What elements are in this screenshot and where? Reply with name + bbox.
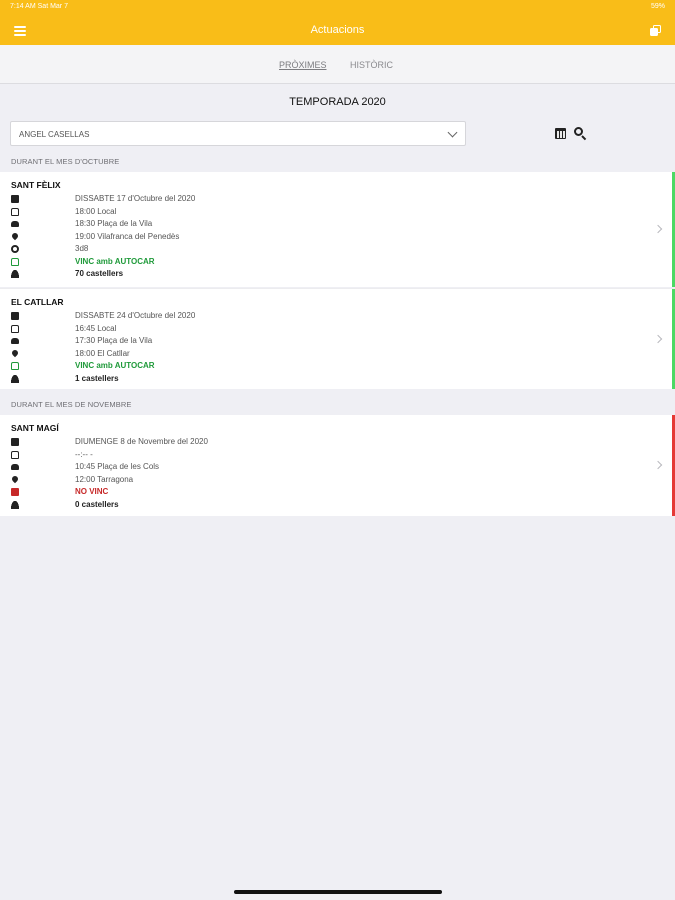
event-castellers-count: 0 castellers [75, 499, 119, 509]
page-title: Actuacions [310, 24, 365, 36]
calendar-icon [11, 312, 19, 320]
nav-bar: Actuacions [0, 14, 675, 45]
event-name: SANT FÈLIX [11, 180, 61, 190]
bus-icon [11, 207, 19, 216]
section-title-november: DURANT EL MES DE NOVEMBRE [11, 400, 132, 409]
event-bus-time: 16:45 Local [75, 323, 117, 333]
chevron-right-icon [653, 460, 663, 470]
bus-icon [11, 324, 19, 333]
event-bus-time: 18:00 Local [75, 206, 117, 216]
event-castellers-count: 1 castellers [75, 373, 119, 383]
users-icon [11, 500, 19, 509]
chevron-down-icon [447, 127, 458, 138]
suitcase-icon [11, 488, 19, 496]
person-select-value: ANGEL CASELLAS [19, 130, 90, 139]
event-bus-time: --:-- - [75, 449, 93, 459]
event-attendance: VINC amb AUTOCAR [75, 361, 155, 370]
car-icon [11, 221, 19, 227]
event-date: DISSABTE 24 d'Octubre del 2020 [75, 311, 196, 320]
person-select[interactable]: ANGEL CASELLAS [10, 121, 466, 146]
event-date: DISSABTE 17 d'Octubre del 2020 [75, 194, 196, 203]
status-time: 7:14 AM Sat Mar 7 [10, 3, 68, 10]
chevron-right-icon [653, 224, 663, 234]
car-icon [11, 338, 19, 344]
search-icon[interactable] [574, 127, 587, 141]
event-name: EL CATLLAR [11, 297, 64, 307]
event-location: 12:00 Tarragona [75, 474, 134, 484]
event-meeting-point: 10:45 Plaça de les Cols [75, 462, 160, 471]
home-indicator[interactable] [234, 890, 442, 894]
event-name: SANT MAGÍ [11, 423, 59, 433]
users-icon [11, 270, 19, 278]
tab-historic[interactable]: HISTÒRIC [350, 60, 393, 70]
event-date: DIUMENGE 8 de Novembre del 2020 [75, 437, 208, 446]
event-card-el-catllar[interactable]: EL CATLLAR DISSABTE 24 d'Octubre del 202… [0, 288, 675, 389]
season-title: TEMPORADA 2020 [289, 96, 386, 108]
bus-icon [11, 362, 19, 370]
event-castellers-count: 70 castellers [75, 269, 124, 278]
car-icon [11, 464, 19, 470]
status-bar: 7:14 AM Sat Mar 7 59% [0, 0, 675, 14]
event-attendance: NO VINC [75, 487, 109, 496]
segment-tabs: PRÒXIMES HISTÒRIC [0, 45, 675, 84]
event-meeting-point: 17:30 Plaça de la Vila [75, 336, 153, 345]
bus-icon [11, 257, 19, 266]
copy-icon[interactable] [649, 25, 661, 37]
calendar-icon [11, 438, 19, 446]
event-location: 18:00 El Catllar [75, 348, 130, 358]
gear-icon [11, 245, 19, 253]
event-location: 19:00 Vilafranca del Penedès [75, 231, 180, 241]
event-meeting-point: 18:30 Plaça de la Vila [75, 219, 153, 228]
event-attendance: VINC amb AUTOCAR [75, 256, 155, 266]
bus-icon [11, 450, 19, 459]
location-pin-icon [10, 231, 20, 240]
status-battery: 59% [650, 3, 665, 10]
chevron-right-icon [653, 334, 663, 344]
calendar-icon[interactable] [555, 128, 566, 139]
location-pin-icon [10, 348, 20, 357]
event-card-sant-magi[interactable]: SANT MAGÍ DIUMENGE 8 de Novembre del 202… [0, 415, 675, 516]
event-card-sant-felix[interactable]: SANT FÈLIX DISSABTE 17 d'Octubre del 202… [0, 172, 675, 287]
tab-proximes[interactable]: PRÒXIMES [279, 60, 327, 70]
location-pin-icon [10, 474, 20, 483]
event-castell: 3d8 [75, 244, 89, 253]
users-icon [11, 374, 19, 383]
calendar-icon [11, 195, 19, 203]
section-title-october: DURANT EL MES D'OCTUBRE [11, 157, 120, 166]
